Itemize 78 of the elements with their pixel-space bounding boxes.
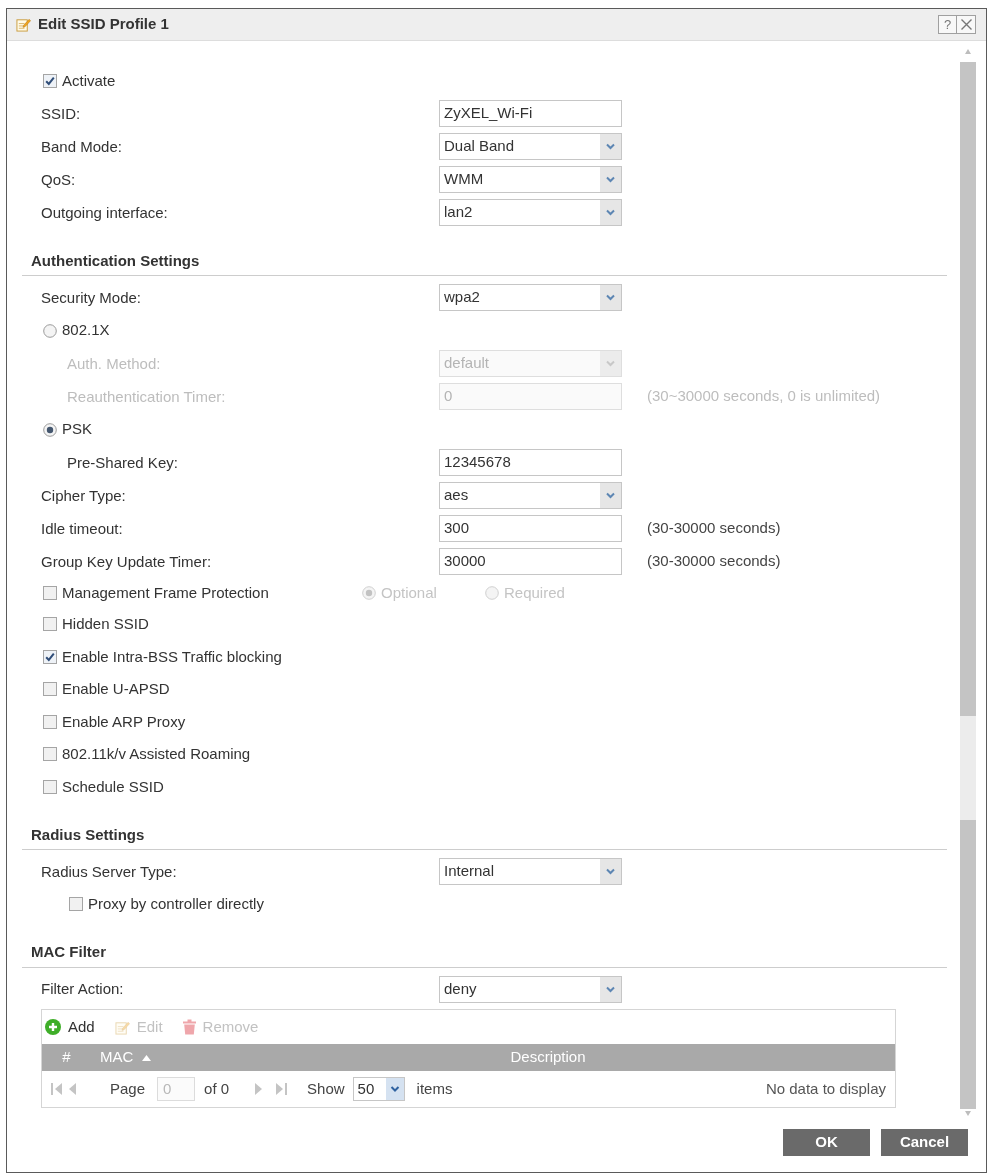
checkbox-label: Schedule SSID	[62, 776, 164, 797]
checkbox-label: Hidden SSID	[62, 614, 149, 634]
first-page-icon[interactable]	[51, 1083, 62, 1095]
dropdown[interactable]: lan2	[439, 199, 622, 226]
dropdown[interactable]: aes	[439, 482, 622, 509]
previous-page-icon[interactable]	[69, 1083, 76, 1095]
checkbox[interactable]	[43, 747, 57, 762]
next-page-icon[interactable]	[255, 1083, 263, 1095]
text-field[interactable]: 300	[439, 515, 622, 542]
plus-icon	[45, 1019, 61, 1035]
page-count-label: of 0	[204, 1078, 230, 1099]
trash-icon	[182, 1019, 196, 1035]
field-label: Group Key Update Timer:	[41, 552, 212, 570]
items-label: items	[416, 1078, 453, 1099]
radio-label: PSK	[62, 419, 92, 440]
checkbox[interactable]	[43, 682, 57, 697]
field-label: Security Mode:	[41, 288, 142, 306]
field-label: Outgoing interface:	[41, 203, 168, 221]
cancel-button[interactable]: Cancel	[881, 1129, 968, 1156]
add-button[interactable]: Add	[45, 1015, 95, 1039]
radio-button[interactable]	[43, 422, 57, 437]
close-icon	[960, 19, 972, 30]
hint-text: (30~30000 seconds, 0 is unlimited)	[647, 386, 881, 407]
sort-ascending-icon	[142, 1054, 152, 1061]
checkbox-label: Activate	[62, 70, 116, 91]
checkbox-label: Proxy by controller directly	[88, 894, 264, 914]
dropdown[interactable]: Internal	[439, 858, 622, 885]
radio-label: Optional	[381, 582, 437, 603]
section-title: MAC Filter	[31, 942, 106, 963]
help-button[interactable]: ?	[938, 15, 957, 34]
radio-label: 802.1X	[62, 320, 110, 341]
pencil-paper-icon	[114, 1019, 130, 1035]
checkbox[interactable]	[43, 714, 57, 729]
dropdown[interactable]: Dual Band	[439, 133, 622, 160]
ok-button[interactable]: OK	[783, 1129, 870, 1156]
checkbox-label: Management Frame Protection	[62, 584, 269, 601]
scrollbar-track[interactable]	[960, 62, 976, 1109]
page-size-dropdown[interactable]: 50	[352, 1077, 405, 1101]
last-page-icon[interactable]	[276, 1083, 288, 1095]
dropdown[interactable]: wpa2	[439, 284, 622, 311]
field-label: SSID:	[41, 104, 81, 122]
field-label: Filter Action:	[41, 980, 124, 997]
field-label: Pre-Shared Key:	[67, 453, 178, 471]
field-label: Idle timeout:	[41, 519, 123, 537]
empty-message: No data to display	[765, 1078, 886, 1099]
dialog-title: Edit SSID Profile 1	[38, 14, 169, 35]
page-label: Page	[110, 1078, 146, 1099]
field-label: Radius Server Type:	[41, 862, 177, 880]
field-label: Auth. Method:	[67, 354, 161, 372]
dropdown[interactable]: deny	[439, 975, 622, 1003]
section-title: Radius Settings	[31, 824, 145, 845]
checkbox[interactable]	[69, 897, 83, 912]
radio-label: Required	[504, 582, 565, 603]
section-title: Authentication Settings	[31, 250, 200, 271]
hint-text: (30-30000 seconds)	[647, 551, 781, 572]
field-label: Reauthentication Timer:	[67, 387, 226, 405]
text-field[interactable]: ZyXEL_Wi-Fi	[439, 100, 622, 127]
radio-button[interactable]	[43, 323, 57, 338]
text-field[interactable]: 30000	[439, 548, 622, 575]
checkbox[interactable]	[43, 649, 57, 664]
scrollbar-thumb[interactable]	[960, 716, 976, 820]
field-label: Cipher Type:	[41, 486, 126, 504]
checkbox-label: Enable U-APSD	[62, 679, 170, 699]
checkbox[interactable]	[43, 617, 57, 632]
checkbox[interactable]	[43, 779, 57, 794]
hint-text: (30-30000 seconds)	[647, 518, 781, 539]
checkbox-label: Enable ARP Proxy	[62, 711, 186, 732]
checkbox-label: 802.11k/v Assisted Roaming	[62, 744, 251, 764]
field-label: QoS:	[41, 170, 76, 188]
text-field[interactable]: 12345678	[439, 449, 622, 476]
checkbox-label: Enable Intra-BSS Traffic blocking	[62, 646, 282, 667]
dropdown[interactable]: WMM	[439, 166, 622, 193]
checkbox[interactable]	[43, 586, 57, 600]
pencil-paper-icon	[16, 17, 31, 32]
field-label: Band Mode:	[41, 137, 122, 155]
close-button[interactable]	[957, 15, 976, 34]
checkbox[interactable]	[43, 73, 57, 88]
show-label: Show	[307, 1078, 345, 1099]
